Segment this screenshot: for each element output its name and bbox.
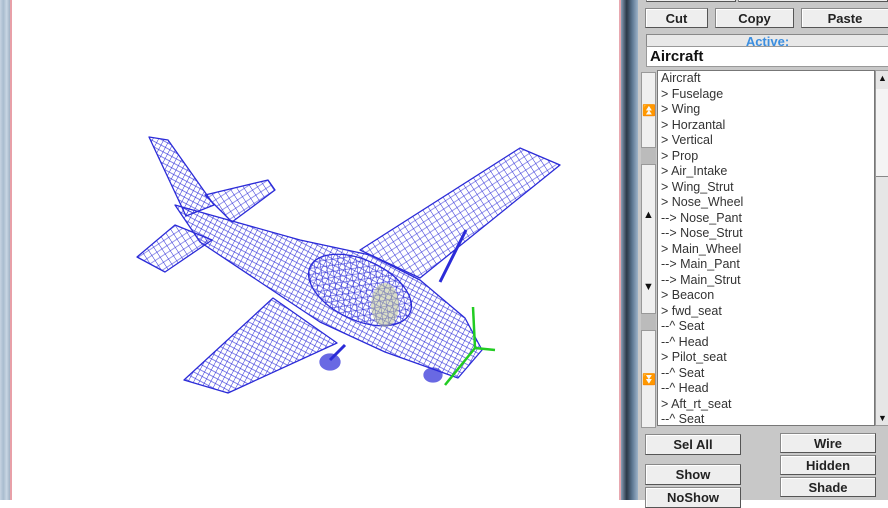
move-up-down-buttons[interactable]: ▲ ▼: [641, 164, 656, 314]
paste-button[interactable]: Paste: [801, 8, 888, 28]
move-to-bottom-button[interactable]: ⏬: [641, 330, 656, 428]
scroll-thumb[interactable]: [876, 89, 888, 177]
component-list[interactable]: Aircraft > Fuselage > Wing > Horzantal > Ver…: [657, 70, 875, 426]
list-scrollbar[interactable]: ▲ ▼: [875, 70, 888, 426]
hidden-button[interactable]: Hidden: [780, 455, 876, 475]
list-item[interactable]: > fwd_seat: [658, 304, 874, 320]
noshow-button[interactable]: NoShow: [645, 487, 741, 508]
far-wing: [359, 147, 561, 279]
list-item[interactable]: > Aft_rt_seat: [658, 397, 874, 413]
list-item[interactable]: > Prop: [658, 149, 874, 165]
shade-button[interactable]: Shade: [780, 477, 876, 497]
list-item[interactable]: > Wing_Strut: [658, 180, 874, 196]
list-item[interactable]: --^ Head: [658, 335, 874, 351]
partial-button[interactable]: [646, 0, 736, 2]
list-item[interactable]: --> Nose_Strut: [658, 226, 874, 242]
move-to-top-button[interactable]: ⏫: [641, 72, 656, 148]
list-item[interactable]: --^ Seat: [658, 412, 874, 425]
list-item[interactable]: > Horzantal: [658, 118, 874, 134]
scroll-down-icon[interactable]: ▼: [876, 411, 888, 425]
wire-button[interactable]: Wire: [780, 433, 876, 453]
list-item[interactable]: --> Nose_Pant: [658, 211, 874, 227]
list-item[interactable]: --^ Seat: [658, 366, 874, 382]
double-down-arrow-icon: ⏬: [642, 374, 656, 386]
partial-field[interactable]: [738, 0, 888, 2]
active-component-field[interactable]: Aircraft: [646, 46, 888, 67]
double-up-arrow-icon: ⏫: [642, 105, 656, 117]
list-item[interactable]: --> Main_Pant: [658, 257, 874, 273]
select-all-button[interactable]: Sel All: [645, 434, 741, 455]
list-item[interactable]: Aircraft: [658, 71, 874, 87]
list-item[interactable]: --> Main_Strut: [658, 273, 874, 289]
scroll-up-icon[interactable]: ▲: [876, 71, 888, 85]
list-item[interactable]: --^ Seat: [658, 319, 874, 335]
vertical-fin: [148, 136, 215, 217]
list-item[interactable]: > Beacon: [658, 288, 874, 304]
up-arrow-icon: ▲: [643, 209, 654, 221]
down-arrow-icon: ▼: [643, 281, 654, 293]
window-frame: [621, 0, 638, 500]
list-item[interactable]: > Wing: [658, 102, 874, 118]
aircraft-wireframe: [136, 136, 561, 394]
list-item[interactable]: > Main_Wheel: [658, 242, 874, 258]
list-item[interactable]: > Pilot_seat: [658, 350, 874, 366]
reorder-scroller[interactable]: ⏫ ▲ ▼ ⏬: [641, 72, 656, 428]
list-item[interactable]: > Nose_Wheel: [658, 195, 874, 211]
window-frame-left: [0, 0, 10, 500]
list-item[interactable]: > Fuselage: [658, 87, 874, 103]
copy-button[interactable]: Copy: [715, 8, 794, 28]
component-panel: Cut Copy Paste Active: Aircraft ⏫ ▲ ▼ ⏬ A…: [638, 0, 888, 508]
list-item[interactable]: --^ Head: [658, 381, 874, 397]
list-item[interactable]: > Vertical: [658, 133, 874, 149]
show-button[interactable]: Show: [645, 464, 741, 485]
cut-button[interactable]: Cut: [645, 8, 708, 28]
list-item[interactable]: > Air_Intake: [658, 164, 874, 180]
3d-viewport[interactable]: [12, 0, 619, 500]
